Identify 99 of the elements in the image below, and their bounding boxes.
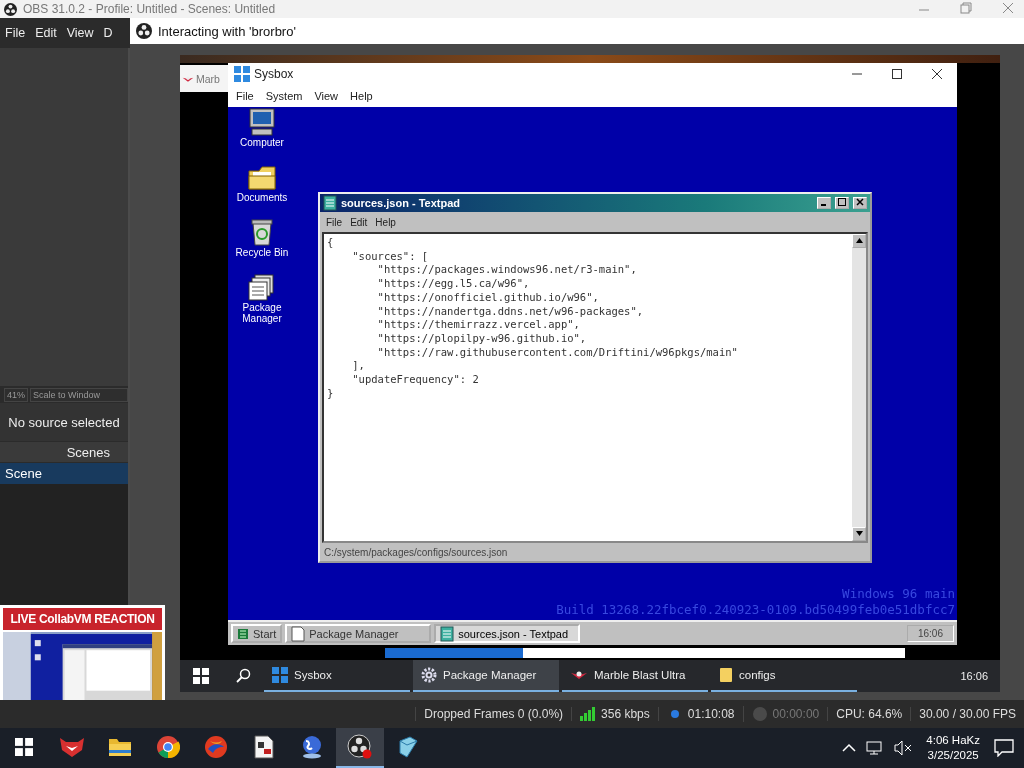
status-text: 30.00 / 30.00 FPS	[919, 707, 1016, 721]
scene-item[interactable]: Scene	[0, 463, 128, 484]
code-line: "https://nandertga.ddns.net/w96-packages",	[376, 304, 645, 319]
status-text: Dropped Frames 0 (0.0%)	[424, 707, 564, 721]
file-path: C:/system/packages/configs/sources.json	[324, 546, 508, 558]
menu-item[interactable]: D	[98, 26, 118, 40]
code-line: ],	[351, 359, 366, 374]
gear-icon	[421, 667, 437, 683]
time-text: 4:06 HaKz	[926, 733, 980, 748]
scrollbar[interactable]	[852, 234, 866, 541]
minimize-button[interactable]	[817, 197, 831, 209]
menu-item[interactable]: Edit	[30, 26, 62, 40]
menu-item[interactable]: Help	[371, 216, 400, 228]
window-title: sources.json - Textpad	[341, 197, 461, 209]
window-title: Sysbox	[254, 67, 295, 81]
close-icon[interactable]	[1002, 2, 1014, 14]
taskbar-item[interactable]: Package Manager	[285, 624, 432, 643]
up-arrow-icon	[855, 238, 863, 243]
status-text: 00:00:00	[772, 707, 820, 721]
clock: 16:06	[960, 670, 989, 682]
close-icon	[932, 68, 942, 79]
source-status: No source selected	[8, 414, 120, 430]
menu-item[interactable]: Help	[344, 90, 379, 102]
package-icon	[247, 272, 277, 302]
code-line: "https://plopilpy-w96.github.io",	[376, 331, 588, 346]
background-window[interactable]: Marb	[180, 65, 228, 92]
menu-item[interactable]: Edit	[346, 216, 372, 228]
menu-item[interactable]: File	[230, 90, 260, 102]
code-line: {	[327, 236, 335, 250]
down-arrow-icon	[855, 531, 863, 536]
window-title: Interacting with 'brorbro'	[158, 23, 296, 39]
caret-icon[interactable]	[842, 743, 857, 753]
document-icon	[291, 625, 306, 642]
build-watermark: Build 13268.22fbcef0.240923-0109.bd50499feb0e51dbfcc7	[556, 602, 955, 618]
maximize-button[interactable]	[835, 197, 849, 209]
obs-logo-icon	[136, 23, 152, 39]
taskbar-app[interactable]	[336, 728, 384, 768]
swirl-icon	[204, 735, 228, 759]
notepad-icon	[440, 625, 455, 642]
scenes-header: Scenes	[66, 444, 110, 460]
banner-title: LIVE CollabVM REACTION	[3, 608, 162, 630]
menu-item[interactable]: File	[0, 26, 31, 40]
zoom-field[interactable]: 41%	[4, 388, 28, 402]
computer-icon	[247, 107, 277, 137]
notepad-icon	[323, 195, 337, 211]
taskbar-item[interactable]: sources.json - Textpad	[434, 624, 581, 643]
window-title: OBS 31.0.2 - Profile: Untitled - Scenes: Untitled	[23, 2, 276, 16]
menu-item[interactable]: System	[259, 90, 309, 102]
start-button[interactable]: Start	[231, 624, 283, 643]
code-line: "sources": [	[351, 249, 430, 264]
scroll-up-button[interactable]	[852, 234, 866, 248]
close-icon	[856, 198, 864, 206]
obs-icon	[347, 734, 373, 760]
scroll-down-button[interactable]	[852, 527, 866, 541]
document-icon	[253, 735, 275, 759]
search-icon	[235, 668, 251, 684]
code-line: "https://packages.windows96.net/r3-main",	[376, 263, 638, 278]
globe-icon	[300, 735, 324, 759]
clock[interactable]: 4:06 HaKz 3/25/2025	[922, 733, 984, 763]
status-text: CPU: 64.6%	[836, 707, 903, 721]
build-watermark: Windows 96 main	[842, 586, 955, 602]
taskbar-item[interactable]: Sysbox	[264, 660, 410, 692]
vm-screen[interactable]	[180, 55, 1000, 692]
folder-icon	[719, 667, 733, 683]
status-text: 356 kbps	[601, 707, 650, 721]
marble-icon	[570, 669, 588, 681]
date-text: 3/25/2025	[927, 748, 979, 763]
menu-item[interactable]: View	[61, 26, 99, 40]
close-button[interactable]	[853, 197, 867, 209]
maximize-icon	[838, 198, 846, 206]
windows-logo-icon	[234, 66, 250, 82]
code-line: }	[327, 386, 335, 401]
windows-logo-icon	[15, 738, 33, 756]
taskbar-item[interactable]: configs	[711, 660, 857, 692]
browser-icon	[156, 735, 180, 759]
clock: 16:06	[906, 625, 954, 642]
maximize-icon	[892, 68, 902, 79]
windows-logo-icon	[272, 667, 288, 683]
windows-logo-icon	[193, 668, 209, 684]
code-line: "updateFrequency": 2	[351, 373, 480, 387]
status-text: 01:10:08	[687, 707, 735, 721]
folder-icon	[108, 737, 132, 757]
code-line: "https://themirrazz.vercel.app",	[376, 318, 581, 332]
signal-bars-icon	[580, 707, 597, 721]
taskbar-item[interactable]: Package Manager	[413, 660, 559, 692]
start-icon	[237, 627, 249, 640]
menu-item[interactable]: View	[308, 90, 345, 102]
mute-icon[interactable]	[894, 740, 913, 756]
window-title: Marb	[196, 72, 220, 85]
notification-icon[interactable]	[994, 739, 1014, 757]
scale-dropdown[interactable]: Scale to Window	[30, 388, 128, 402]
taskbar-item[interactable]: Marble Blast Ultra	[562, 660, 708, 692]
notebook-icon	[396, 735, 420, 759]
code-line: "https://egg.l5.ca/w96",	[376, 277, 531, 291]
code-line: "https://raw.githubusercontent.com/Driftini/w96pkgs/main"	[376, 345, 739, 360]
fox-icon	[59, 736, 85, 758]
code-line: "https://onofficiel.github.io/w96",	[376, 290, 600, 305]
network-icon[interactable]	[866, 740, 885, 756]
menu-item[interactable]: File	[322, 216, 347, 228]
